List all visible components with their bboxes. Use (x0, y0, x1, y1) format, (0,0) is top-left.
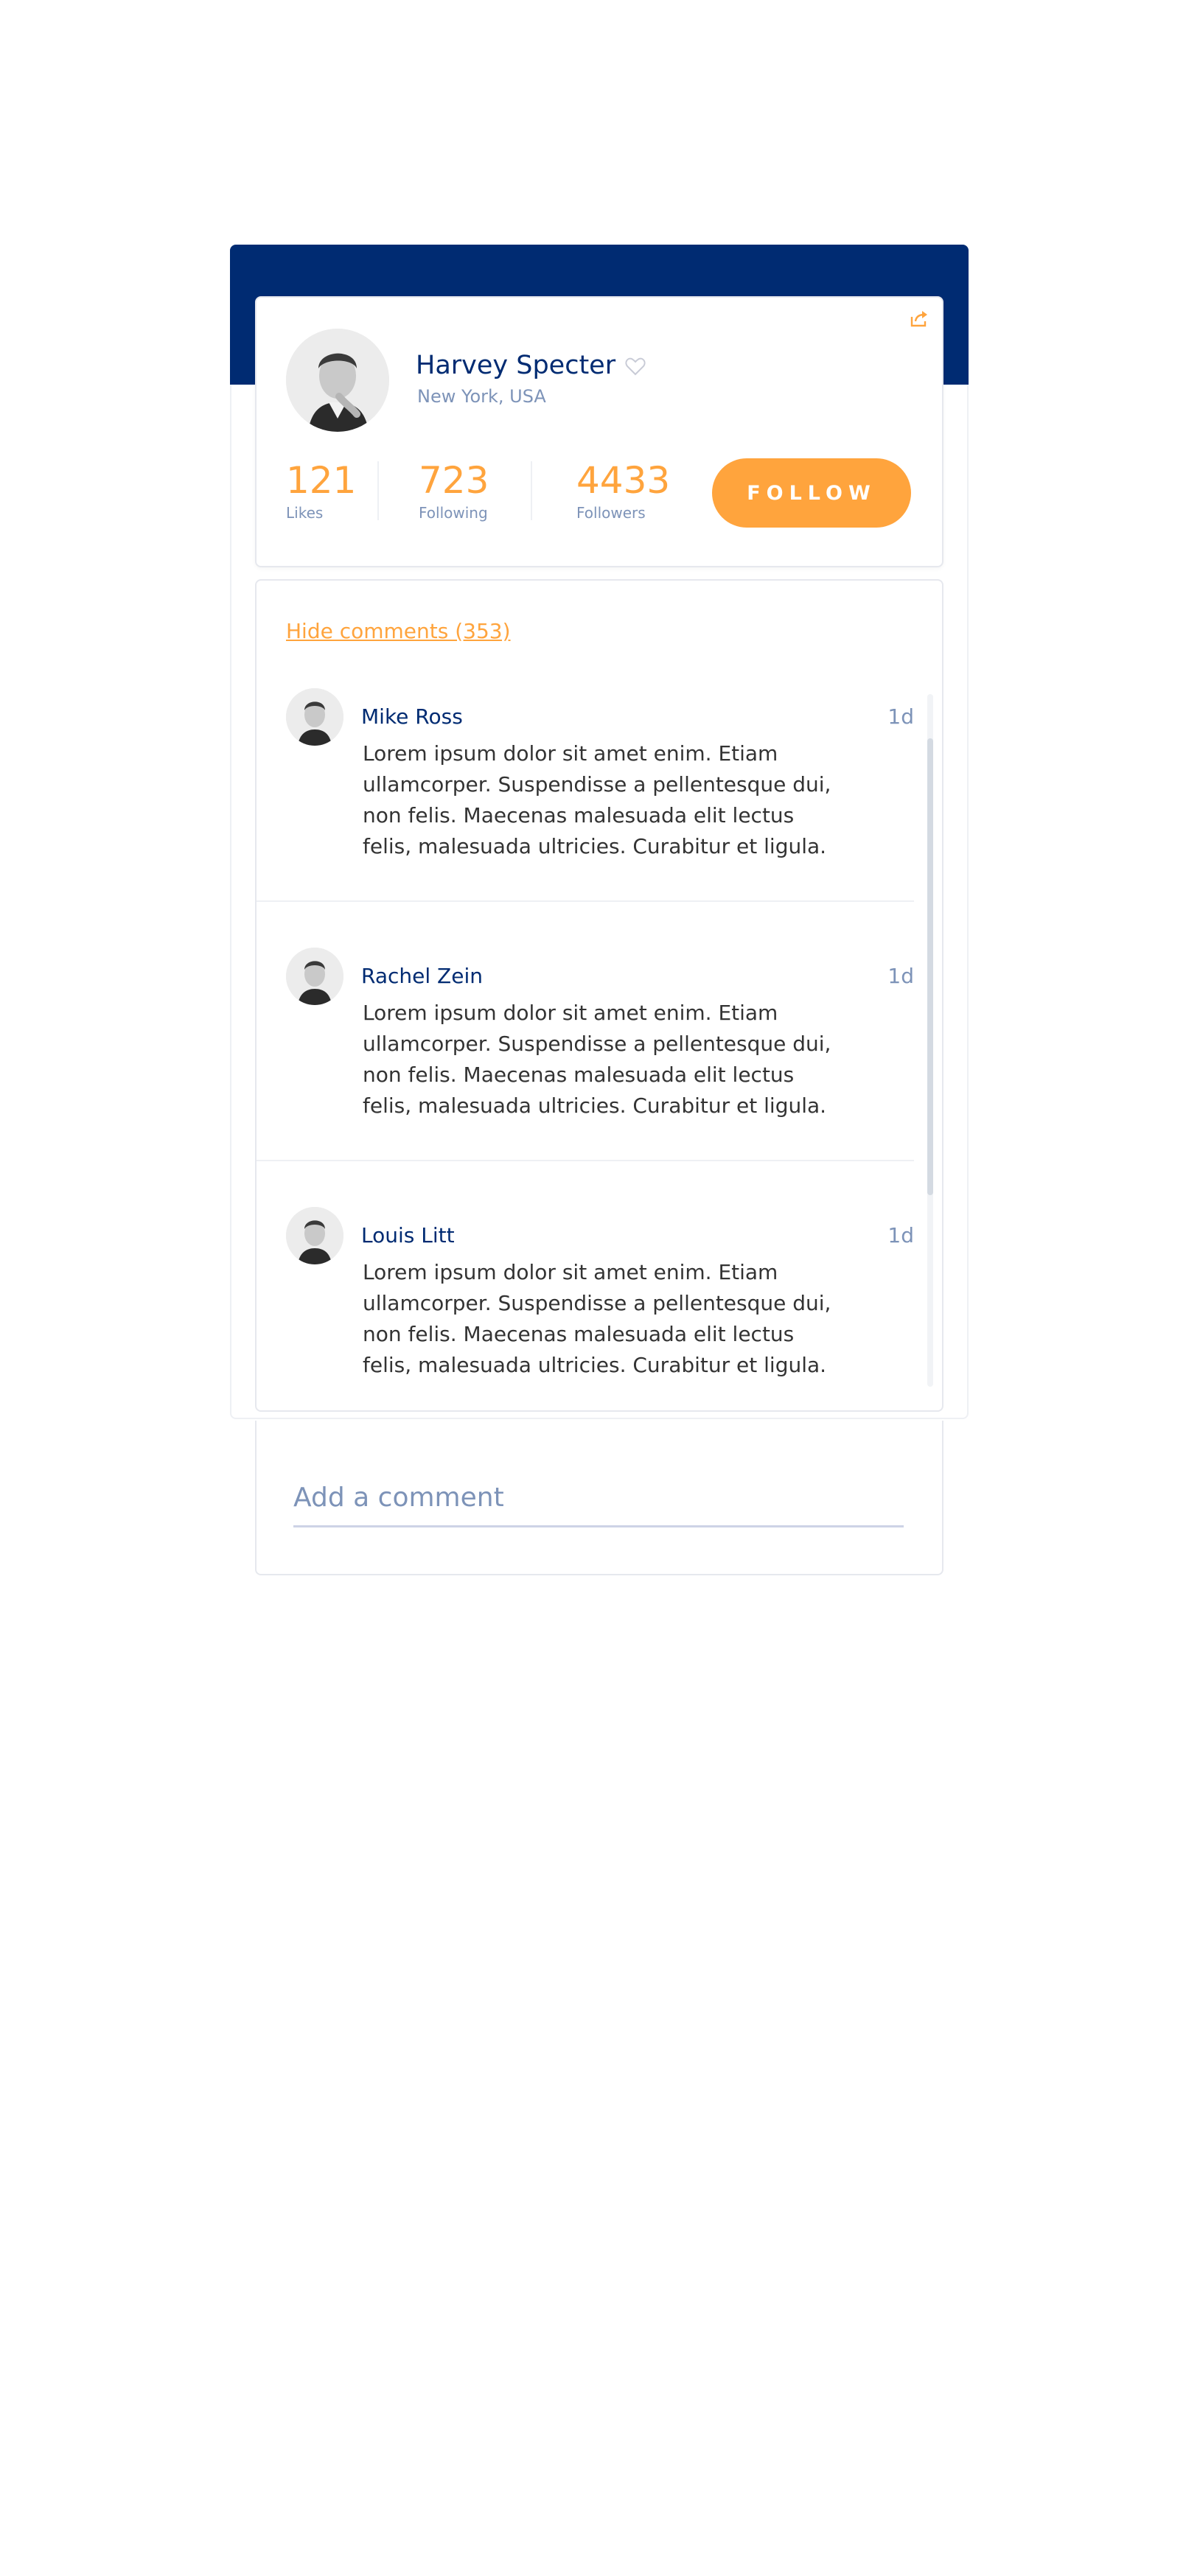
add-comment-input[interactable] (293, 1474, 904, 1527)
comment-avatar (286, 948, 343, 1005)
comment-avatar (286, 688, 343, 746)
profile-location: New York, USA (417, 386, 546, 407)
stat-value: 4433 (576, 459, 671, 502)
profile-name: Harvey Specter (416, 351, 616, 380)
comment-separator (257, 900, 914, 902)
follow-button[interactable]: FOLLOW (712, 458, 911, 528)
stat-value: 121 (286, 459, 357, 502)
comment-separator (257, 1160, 914, 1161)
profile-avatar (286, 329, 389, 432)
stat-following: 723 Following (419, 460, 489, 522)
stat-label: Likes (286, 504, 324, 522)
stat-followers: 4433 Followers (576, 460, 670, 522)
comment-text: Lorem ipsum dolor sit amet enim. Etiam u… (363, 1260, 831, 1377)
stat-label: Followers (576, 504, 646, 522)
heart-icon[interactable] (625, 357, 646, 376)
comment-author[interactable]: Louis Litt (361, 1223, 455, 1247)
comment-text: Lorem ipsum dolor sit amet enim. Etiam u… (363, 741, 831, 858)
stat-divider (531, 461, 532, 520)
comment-avatar (286, 1207, 343, 1264)
comments-scrollbar-thumb[interactable] (927, 738, 933, 1195)
stat-label: Following (419, 504, 488, 522)
comment-author[interactable]: Mike Ross (361, 704, 463, 729)
stat-divider (377, 461, 379, 520)
comment-time: 1d (887, 964, 914, 988)
hide-comments-link[interactable]: Hide comments (353) (286, 619, 511, 643)
stat-likes: 121 Likes (286, 460, 356, 522)
comment-text: Lorem ipsum dolor sit amet enim. Etiam u… (363, 1001, 831, 1118)
share-icon[interactable] (908, 308, 930, 330)
comment-author[interactable]: Rachel Zein (361, 964, 483, 988)
stat-value: 723 (419, 459, 489, 502)
comment-time: 1d (887, 704, 914, 729)
profile-card: Harvey Specter New York, USA 121 Likes 7… (255, 296, 943, 567)
comment-time: 1d (887, 1223, 914, 1247)
comments-card: Hide comments (353) Mike Ross 1d Lorem i… (255, 579, 943, 1412)
